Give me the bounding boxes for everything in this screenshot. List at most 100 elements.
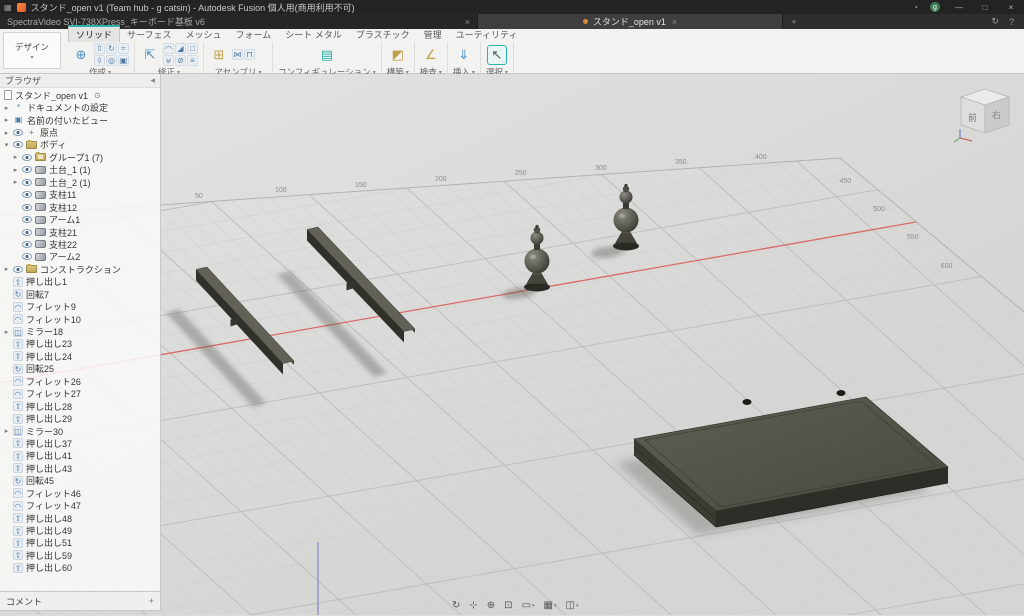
browser-item[interactable]: ⇧押し出し1 xyxy=(0,276,160,288)
browser-item[interactable]: ▸*ドキュメントの設定 xyxy=(0,101,160,113)
display-settings-icon[interactable]: ▭▾ xyxy=(522,600,535,611)
viewport[interactable]: 50100150200250300350400450500550600 前 右 … xyxy=(0,74,1024,615)
revolve-icon[interactable]: ↻ xyxy=(106,43,117,54)
expand-arrow-icon[interactable]: ▾ xyxy=(3,141,10,149)
orbit-icon[interactable]: ↻ xyxy=(452,600,460,611)
job-status-icon[interactable]: ↻ xyxy=(991,16,999,27)
expand-arrow-icon[interactable]: ▸ xyxy=(3,116,10,124)
browser-item[interactable]: ⇧押し出し24 xyxy=(0,350,160,362)
primitive-box-icon[interactable]: ▣ xyxy=(118,55,129,66)
new-component-icon[interactable]: ⊕ xyxy=(71,45,91,65)
visibility-eye-icon[interactable] xyxy=(22,191,32,198)
browser-item[interactable]: ▾ボディ xyxy=(0,139,160,151)
browser-item[interactable]: ◠フィレット10 xyxy=(0,313,160,325)
help-icon[interactable]: ? xyxy=(1009,17,1014,27)
expand-arrow-icon[interactable]: ▸ xyxy=(12,178,19,186)
browser-item[interactable]: ▸コンストラクション xyxy=(0,263,160,275)
ribbon-tab-メッシュ[interactable]: メッシュ xyxy=(178,27,228,42)
workspace-selector[interactable]: デザイン ▾ xyxy=(3,32,61,69)
expand-arrow-icon[interactable]: ▸ xyxy=(12,153,19,161)
browser-item[interactable]: ◠フィレット27 xyxy=(0,388,160,400)
joint-icon[interactable]: ⋈ xyxy=(232,49,243,60)
combine-icon[interactable]: ⊎ xyxy=(163,55,174,66)
browser-item[interactable]: ▸土台_2 (1) xyxy=(0,176,160,188)
browser-item[interactable]: 支柱12 xyxy=(0,201,160,213)
browser-item[interactable]: ▸◫ミラー30 xyxy=(0,425,160,437)
browser-item[interactable]: ◠フィレット26 xyxy=(0,375,160,387)
close-button[interactable]: × xyxy=(998,0,1024,14)
browser-root-item[interactable]: スタンド_open v1 ⊙ xyxy=(0,89,160,101)
arm-body-2[interactable] xyxy=(307,227,415,343)
visibility-eye-icon[interactable] xyxy=(22,253,32,260)
browser-item[interactable]: ◠フィレット9 xyxy=(0,300,160,312)
configuration-icon[interactable]: ▤ xyxy=(317,45,337,65)
browser-item[interactable]: 支柱21 xyxy=(0,226,160,238)
shell-icon[interactable]: □ xyxy=(187,43,198,54)
post-body-2[interactable] xyxy=(613,184,639,251)
new-tab-button[interactable]: + xyxy=(783,14,805,29)
ribbon-tab-プラスチック[interactable]: プラスチック xyxy=(349,27,417,42)
browser-item[interactable]: ↻回転25 xyxy=(0,363,160,375)
browser-item[interactable]: アーム2 xyxy=(0,251,160,263)
rigid-group-icon[interactable]: ⊓ xyxy=(244,49,255,60)
browser-item[interactable]: ▸+原点 xyxy=(0,126,160,138)
visibility-eye-icon[interactable] xyxy=(22,229,32,236)
assembly-new-component-icon[interactable]: ⊞ xyxy=(209,45,229,65)
browser-item[interactable]: ⇧押し出し41 xyxy=(0,450,160,462)
close-tab-icon[interactable]: × xyxy=(672,17,677,27)
expand-comments-icon[interactable]: + xyxy=(149,596,154,606)
fit-icon[interactable]: ⊡ xyxy=(504,600,512,611)
app-grid-icon[interactable]: ▦ xyxy=(4,3,12,12)
browser-item[interactable]: ⇧押し出し43 xyxy=(0,462,160,474)
visibility-eye-icon[interactable] xyxy=(22,166,32,173)
ribbon-tab-フォーム[interactable]: フォーム xyxy=(229,27,279,42)
offset-face-icon[interactable]: ≡ xyxy=(187,55,198,66)
maximize-button[interactable]: □ xyxy=(972,0,998,14)
visibility-eye-icon[interactable] xyxy=(22,154,32,161)
browser-item[interactable]: ▸グループ1 (7) xyxy=(0,151,160,163)
viewcube[interactable]: 前 右 xyxy=(952,78,1018,144)
browser-item[interactable]: ⇧押し出し29 xyxy=(0,412,160,424)
browser-item[interactable]: ↻回転45 xyxy=(0,475,160,487)
browser-item[interactable]: ⇧押し出し37 xyxy=(0,437,160,449)
visibility-eye-icon[interactable] xyxy=(22,179,32,186)
visibility-eye-icon[interactable] xyxy=(13,141,23,148)
comments-bar[interactable]: コメント + xyxy=(0,592,161,611)
ribbon-tab-ユーティリティ[interactable]: ユーティリティ xyxy=(449,27,525,42)
browser-item[interactable]: ▸▣名前の付いたビュー xyxy=(0,114,160,126)
pan-icon[interactable]: ⊹ xyxy=(469,600,477,611)
extrude-icon[interactable]: ⇧ xyxy=(94,43,105,54)
visibility-radio-icon[interactable]: ⊙ xyxy=(94,91,101,100)
expand-arrow-icon[interactable]: ▸ xyxy=(3,328,10,336)
viewport-layout-icon[interactable]: ◫▾ xyxy=(566,600,579,611)
ribbon-tab-管理[interactable]: 管理 xyxy=(417,27,449,42)
hole-icon[interactable]: ◎ xyxy=(106,55,117,66)
zoom-icon[interactable]: ⊕ xyxy=(487,600,495,611)
ribbon-tab-サーフェス[interactable]: サーフェス xyxy=(120,27,178,42)
browser-item[interactable]: アーム1 xyxy=(0,213,160,225)
sweep-icon[interactable]: ≈ xyxy=(118,43,129,54)
close-tab-icon[interactable]: × xyxy=(465,17,470,27)
browser-item[interactable]: ⇧押し出し49 xyxy=(0,524,160,536)
construction-plane-icon[interactable]: ◩ xyxy=(388,45,408,65)
insert-icon[interactable]: ⇓ xyxy=(454,45,474,65)
visibility-eye-icon[interactable] xyxy=(22,204,32,211)
select-icon[interactable]: ↖ xyxy=(487,45,507,65)
ribbon-tab-ソリッド[interactable]: ソリッド xyxy=(68,25,120,42)
browser-item[interactable]: ▸◫ミラー18 xyxy=(0,325,160,337)
browser-item[interactable]: ▸土台_1 (1) xyxy=(0,164,160,176)
visibility-eye-icon[interactable] xyxy=(13,129,23,136)
expand-arrow-icon[interactable]: ▸ xyxy=(12,166,19,174)
ribbon-tab-シート メタル[interactable]: シート メタル xyxy=(278,27,349,42)
visibility-eye-icon[interactable] xyxy=(22,241,32,248)
browser-item[interactable]: 支柱11 xyxy=(0,189,160,201)
browser-item[interactable]: ⇧押し出し23 xyxy=(0,338,160,350)
browser-item[interactable]: ◠フィレット47 xyxy=(0,499,160,511)
browser-item[interactable]: ⇧押し出し60 xyxy=(0,562,160,574)
browser-item[interactable]: ↻回転7 xyxy=(0,288,160,300)
notifications-icon[interactable]: ◔ xyxy=(907,3,924,12)
chamfer-icon[interactable]: ◢ xyxy=(175,43,186,54)
fillet-icon[interactable]: ◠ xyxy=(163,43,174,54)
split-body-icon[interactable]: ⊘ xyxy=(175,55,186,66)
visibility-eye-icon[interactable] xyxy=(22,216,32,223)
